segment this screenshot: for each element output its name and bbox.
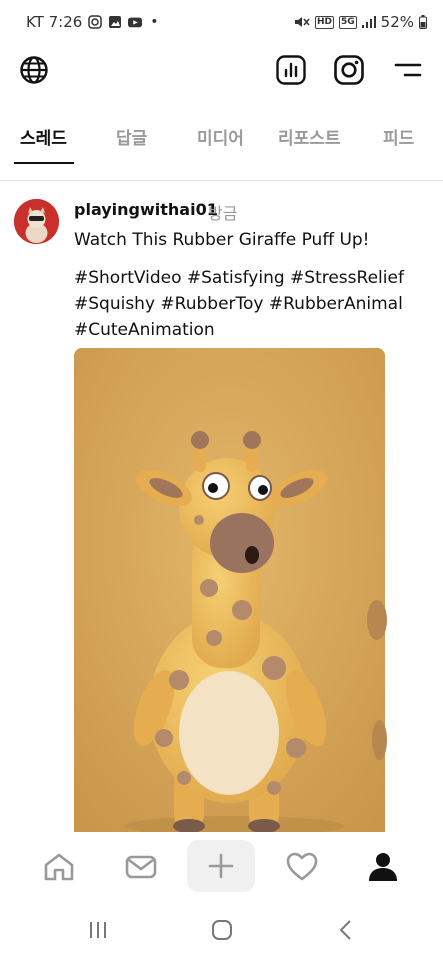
bottom-nav [0, 832, 443, 900]
add-icon [208, 853, 234, 879]
status-left: KT 7:26 • [26, 13, 159, 31]
home-circle-icon[interactable] [210, 918, 234, 942]
hashtags-line-1[interactable]: #ShortVideo #Satisfying #StressRelief [74, 265, 424, 291]
back-icon[interactable] [334, 918, 358, 942]
mute-icon [294, 17, 310, 27]
network-badge: 5G [339, 15, 357, 29]
tab-threads[interactable]: 스레드 [20, 124, 67, 149]
add-post-button[interactable] [187, 840, 255, 892]
status-right: HD 5G 52% [294, 13, 427, 31]
post-username[interactable]: playingwithai01 [74, 200, 218, 219]
carrier-time: KT 7:26 [26, 13, 83, 31]
battery-icon [419, 15, 427, 29]
insights-icon[interactable] [276, 55, 306, 85]
youtube-notification-icon [128, 17, 143, 28]
tabs-divider [0, 180, 443, 181]
post-media-image[interactable] [74, 348, 385, 832]
hd-badge: HD [314, 15, 334, 29]
profile-tabs: 스레드 답글 미디어 리포스트 피드 [0, 118, 443, 164]
status-bar: KT 7:26 • HD 5G 52% [0, 0, 443, 46]
tab-reposts[interactable]: 리포스트 [278, 124, 341, 149]
avatar[interactable] [14, 199, 59, 244]
globe-icon[interactable] [19, 55, 49, 85]
giraffe-toy-illustration [74, 348, 385, 832]
instagram-icon[interactable] [334, 55, 364, 85]
avatar-image [14, 199, 59, 244]
recent-apps-icon[interactable] [86, 918, 110, 942]
active-tab-indicator [14, 162, 74, 164]
gallery-notification-icon [109, 16, 122, 28]
post-title: Watch This Rubber Giraffe Puff Up! [74, 230, 370, 250]
more-notifications-dot: • [150, 14, 159, 30]
threads-profile-screen: KT 7:26 • HD 5G 52% 스레드 답글 미디어 리포스트 피드 p… [0, 0, 443, 960]
tab-replies[interactable]: 답글 [116, 124, 147, 149]
tab-media[interactable]: 미디어 [197, 124, 244, 149]
home-icon[interactable] [42, 850, 76, 884]
battery-percent: 52% [380, 13, 414, 31]
system-nav-bar [0, 900, 443, 960]
signal-icon [361, 16, 376, 28]
messages-icon[interactable] [124, 850, 158, 884]
profile-icon[interactable] [366, 850, 400, 884]
hashtags-line-2[interactable]: #Squishy #RubberToy #RubberAnimal [74, 291, 424, 317]
menu-icon[interactable] [393, 58, 423, 82]
instagram-notification-icon [88, 15, 103, 29]
next-media-peek [367, 600, 387, 640]
hashtags-line-3[interactable]: #CuteAnimation [74, 317, 424, 343]
heart-icon[interactable] [285, 850, 319, 884]
next-media-peek-lower [372, 720, 387, 760]
tab-feeds[interactable]: 피드 [383, 124, 414, 149]
post-hashtags: #ShortVideo #Satisfying #StressRelief #S… [74, 265, 424, 343]
post-time: 방금 [208, 204, 238, 223]
